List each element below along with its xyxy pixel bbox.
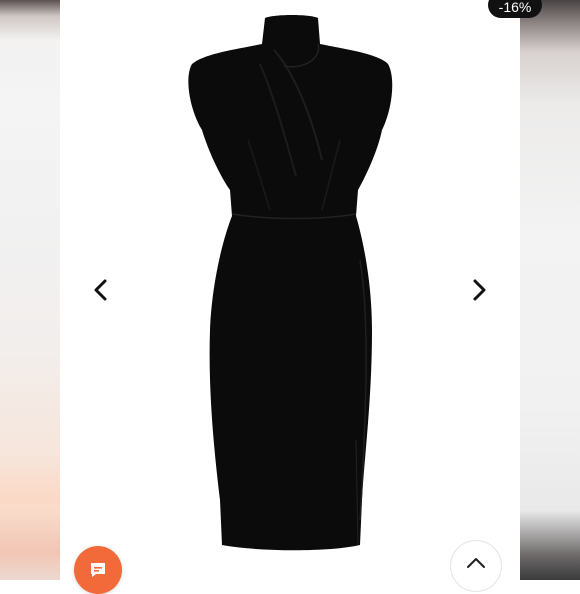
scroll-to-top-button[interactable]	[450, 540, 502, 592]
blurred-background-right	[520, 0, 580, 580]
product-image-carousel[interactable]: -16%	[60, 0, 542, 580]
chevron-left-icon	[94, 279, 107, 301]
chevron-right-icon	[473, 279, 486, 301]
left-top-shade	[0, 0, 60, 40]
next-image-button[interactable]	[468, 278, 492, 302]
blurred-background-left	[0, 0, 60, 580]
left-bottom-shade	[0, 510, 60, 580]
discount-badge: -16%	[488, 0, 542, 18]
product-image	[188, 15, 393, 551]
chevron-up-icon	[467, 558, 485, 568]
previous-image-button[interactable]	[88, 278, 112, 302]
dress-body	[188, 15, 393, 551]
chat-bubble-icon	[91, 563, 105, 577]
chat-button[interactable]	[74, 546, 122, 594]
